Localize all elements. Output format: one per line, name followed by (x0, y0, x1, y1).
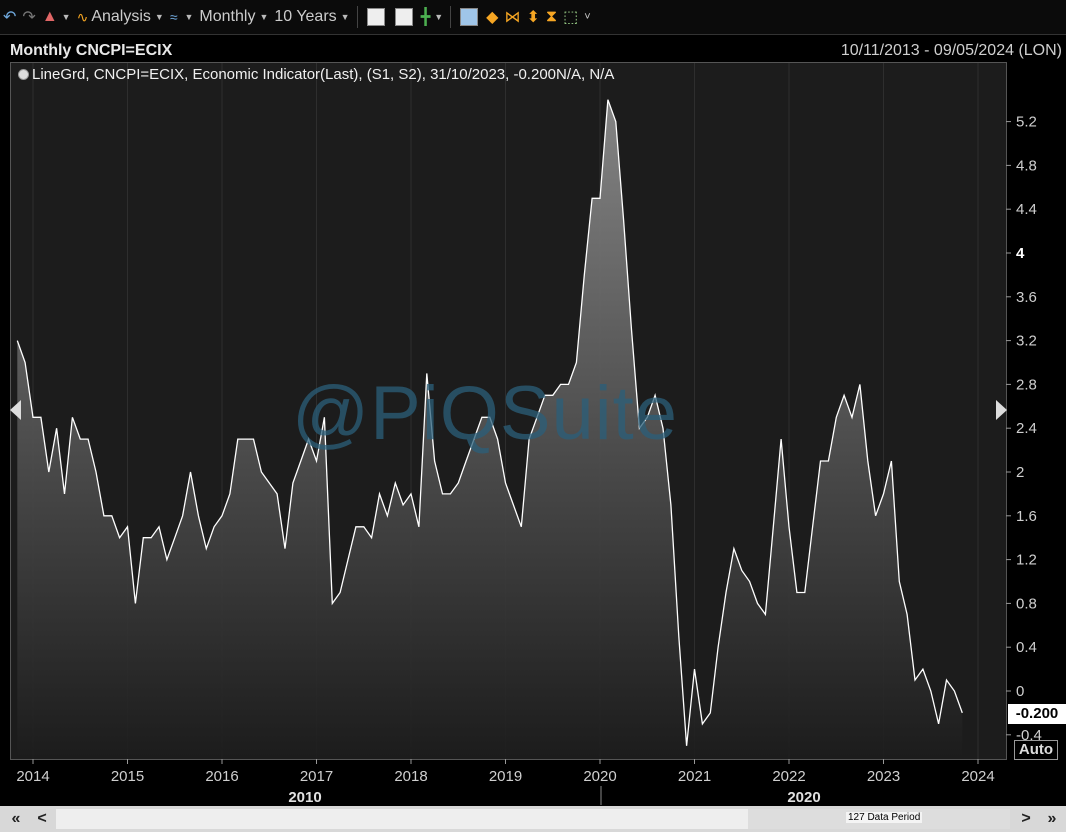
x-tick-label: 2020 (583, 768, 616, 785)
x-tick-label: 2014 (16, 768, 49, 785)
y-tick-label: 4.4 (1016, 201, 1037, 218)
x-tick-label: 2023 (867, 768, 900, 785)
y-tick-label: 1.2 (1016, 552, 1037, 569)
next-page-button[interactable]: > (1014, 808, 1038, 830)
first-page-button[interactable]: « (4, 808, 28, 830)
y-tick-label: 0.8 (1016, 595, 1037, 612)
y-tick-label: 5.2 (1016, 114, 1037, 131)
y-tick-label: 3.2 (1016, 333, 1037, 350)
x-tick-label: 2024 (961, 768, 994, 785)
pan-left-arrow-icon[interactable] (10, 400, 21, 420)
x-tick-label: 2015 (111, 768, 144, 785)
y-tick-label: 1.6 (1016, 508, 1037, 525)
x-tick-label: 2018 (394, 768, 427, 785)
last-value-label: -0.200 (1008, 704, 1066, 724)
y-tick-label: 4 (1016, 245, 1025, 262)
x-tick-label: 2022 (772, 768, 805, 785)
series-legend: LineGrd, CNCPI=ECIX, Economic Indicator(… (18, 66, 614, 83)
x-tick-label: 2019 (489, 768, 522, 785)
y-tick-label: 3.6 (1016, 289, 1037, 306)
legend-text: LineGrd, CNCPI=ECIX, Economic Indicator(… (32, 66, 615, 83)
last-page-button[interactable]: » (1040, 808, 1064, 830)
x-tick-label: 2017 (300, 768, 333, 785)
watermark: @PiQSuite (292, 371, 679, 456)
y-tick-label: 4.8 (1016, 157, 1037, 174)
data-period-label: 127 Data Period (846, 812, 923, 823)
prev-page-button[interactable]: < (30, 808, 54, 830)
decade-label: 2010 (288, 789, 321, 806)
decade-label: 2020 (787, 789, 820, 806)
series-toggle-icon[interactable] (18, 69, 29, 80)
x-tick-label: 2021 (678, 768, 711, 785)
y-tick-label: 0.4 (1016, 639, 1037, 656)
x-axis: 2014 2015 2016 2017 2018 2019 2020 2021 2022 2023… (16, 759, 995, 806)
y-axis: -0.400.40.81.21.622.42.83.23.644.44.85.2 (1006, 114, 1042, 744)
y-tick-label: 2 (1016, 464, 1024, 481)
y-tick-label: 2.8 (1016, 376, 1037, 393)
pan-right-arrow-icon[interactable] (996, 400, 1007, 420)
x-tick-label: 2016 (205, 768, 238, 785)
y-tick-label: 0 (1016, 683, 1024, 700)
navigation-bar: « < 127 Data Period > » (0, 806, 1066, 832)
y-tick-label: 2.4 (1016, 420, 1037, 437)
auto-scale-button[interactable]: Auto (1014, 740, 1058, 760)
